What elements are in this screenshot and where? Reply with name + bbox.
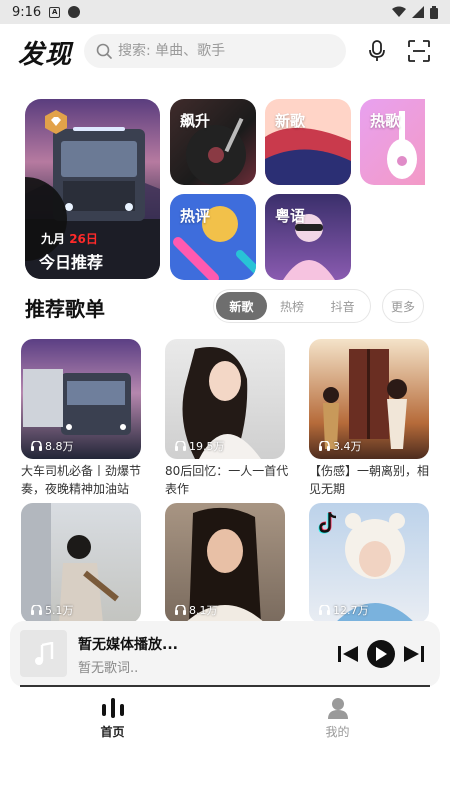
tile-label: 飙升 xyxy=(180,112,211,130)
playlist-card[interactable]: 8.8万 大车司机必备丨劲爆节奏，夜晚精神加油站 xyxy=(21,339,141,498)
play-count: 12.7万 xyxy=(319,602,369,618)
headphones-icon xyxy=(319,441,330,451)
header: 发现 xyxy=(0,30,450,74)
status-time: 9:16 xyxy=(12,4,42,20)
tile-hot-comments[interactable]: 热评 xyxy=(170,194,256,280)
previous-icon[interactable] xyxy=(336,642,360,666)
user-icon xyxy=(327,698,348,719)
play-count: 8.8万 xyxy=(31,438,74,454)
headphones-icon xyxy=(31,441,42,451)
tile-label: 新歌 xyxy=(275,112,306,130)
wifi-icon xyxy=(392,6,406,17)
play-count: 5.1万 xyxy=(31,602,74,618)
tab-new[interactable]: 新歌 xyxy=(216,292,267,320)
playlist-tabs: 新歌 热榜 抖音 xyxy=(213,289,371,323)
play-count: 8.1万 xyxy=(175,602,218,618)
playlist-cover: 8.1万 xyxy=(165,503,285,623)
playlist-cover: 5.1万 xyxy=(21,503,141,623)
signal-icon xyxy=(412,6,424,18)
bottom-nav: 首页 我的 xyxy=(0,692,450,752)
playlist-cover: 3.4万 xyxy=(309,339,429,459)
tab-douyin[interactable]: 抖音 xyxy=(317,292,368,320)
playlist-cover: 12.7万 xyxy=(309,503,429,623)
headphones-icon xyxy=(319,605,330,615)
tile-soaring[interactable]: 飙升 xyxy=(170,99,256,185)
tile-label: 热评 xyxy=(180,207,211,225)
playlist-name: 80后回忆：一人一首代表作 xyxy=(165,464,289,496)
page-logo: 发现 xyxy=(18,40,73,70)
music-note-icon xyxy=(34,641,53,665)
more-button[interactable]: 更多 xyxy=(382,289,424,323)
battery-icon xyxy=(430,5,438,19)
headphones-icon xyxy=(31,605,42,615)
section-title: 推荐歌单 xyxy=(25,297,105,321)
diamond-badge-icon xyxy=(45,110,67,134)
playlist-card[interactable]: 12.7万 xyxy=(309,503,429,626)
mini-player[interactable]: 暂无媒体播放... 暂无歌词.. xyxy=(10,621,440,687)
player-title: 暂无媒体播放... xyxy=(78,637,178,653)
tab-hot[interactable]: 热榜 xyxy=(267,292,318,320)
headphones-icon xyxy=(175,605,186,615)
playlist-card[interactable]: 3.4万 【伤感】一朝离别，相见无期 xyxy=(309,339,429,498)
nav-home[interactable]: 首页 xyxy=(0,692,225,752)
tile-label: 热歌 xyxy=(370,112,401,130)
playlist-name: 【伤感】一朝离别，相见无期 xyxy=(309,464,430,496)
daily-recommend-card[interactable]: 九月 26日 今日推荐 xyxy=(25,99,160,279)
play-icon xyxy=(376,647,387,661)
next-icon[interactable] xyxy=(402,642,426,666)
search-bar[interactable] xyxy=(84,34,346,68)
player-progress xyxy=(20,685,430,687)
tile-label: 粤语 xyxy=(275,207,306,225)
notification-dot-icon xyxy=(68,6,81,18)
player-progress-fill xyxy=(20,685,430,687)
playlist-cover: 19.5万 xyxy=(165,339,285,459)
discover-bars-icon xyxy=(101,698,124,718)
play-button[interactable] xyxy=(367,640,395,668)
nav-home-label: 首页 xyxy=(100,725,125,739)
microphone-icon[interactable] xyxy=(364,38,390,64)
playlist-name: 大车司机必备丨劲爆节奏，夜晚精神加油站 xyxy=(21,464,142,496)
tiktok-logo-icon xyxy=(318,512,337,534)
play-count: 3.4万 xyxy=(319,438,362,454)
playlist-card[interactable]: 8.1万 xyxy=(165,503,285,626)
status-bar: 9:16 A xyxy=(0,0,450,24)
tile-cantonese[interactable]: 粤语 xyxy=(265,194,351,280)
player-artwork xyxy=(20,630,67,677)
nav-mine-label: 我的 xyxy=(325,725,350,739)
playlist-cover: 8.8万 xyxy=(21,339,141,459)
search-input[interactable] xyxy=(118,43,318,59)
tile-new-songs[interactable]: 新歌 xyxy=(265,99,351,185)
featured-title: 今日推荐 xyxy=(39,253,104,272)
headphones-icon xyxy=(175,441,186,451)
featured-day: 26日 xyxy=(69,232,98,246)
nav-mine[interactable]: 我的 xyxy=(225,692,450,752)
featured-date: 九月 26日 xyxy=(41,230,98,247)
tile-hot-songs[interactable]: 热歌 xyxy=(360,99,425,185)
notification-a-icon: A xyxy=(49,6,61,18)
play-count: 19.5万 xyxy=(175,438,225,454)
scan-icon[interactable] xyxy=(406,38,432,64)
player-lyric: 暂无歌词.. xyxy=(78,661,139,676)
playlist-card[interactable]: 5.1万 xyxy=(21,503,141,626)
search-icon xyxy=(96,43,112,59)
featured-month: 九月 xyxy=(41,232,66,246)
playlist-card[interactable]: 19.5万 80后回忆：一人一首代表作 xyxy=(165,339,288,498)
